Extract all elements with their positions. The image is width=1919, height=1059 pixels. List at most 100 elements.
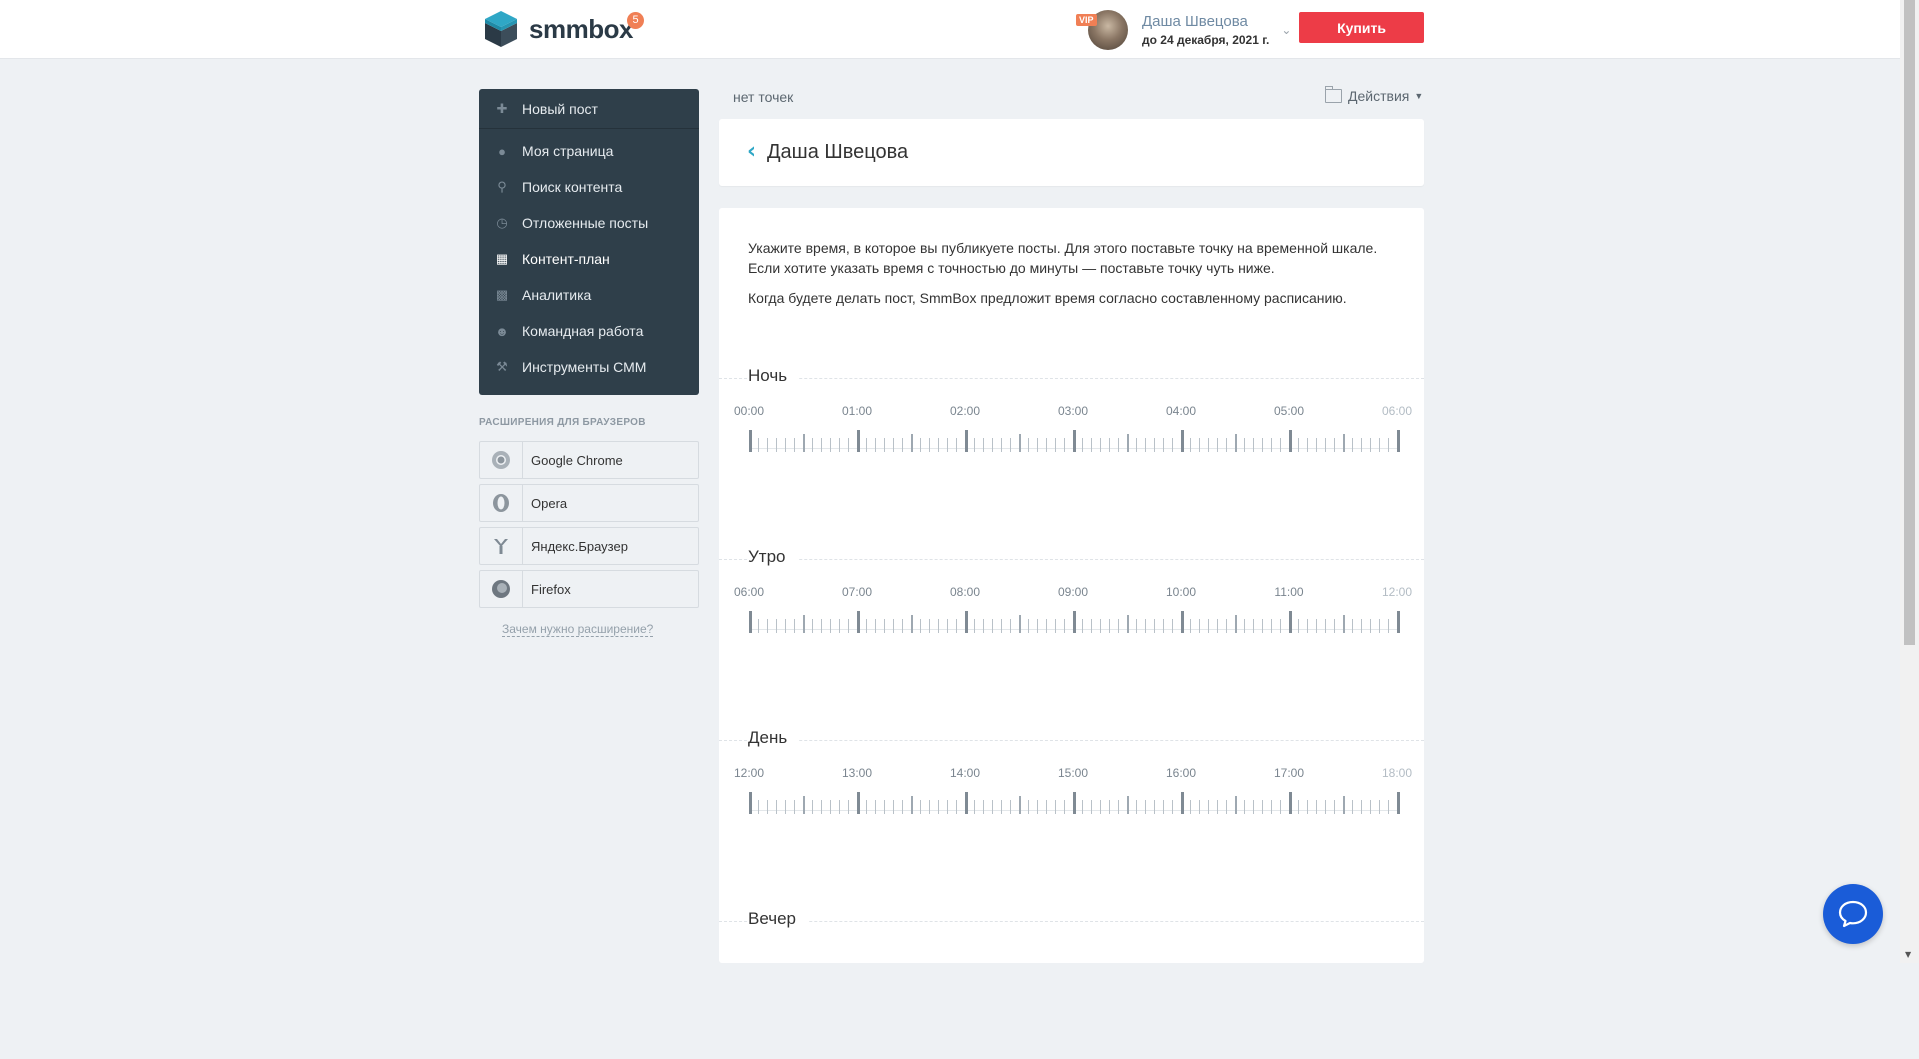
logo-icon [485, 11, 517, 47]
minute-tick [1118, 438, 1119, 452]
hour-label: 06:00 [733, 585, 765, 599]
extension-chrome-button[interactable]: Google Chrome [479, 441, 699, 479]
sidebar-item-content-plan[interactable]: ▦ Контент-план [479, 241, 699, 277]
minute-tick [1163, 438, 1164, 452]
minute-tick [1010, 438, 1011, 452]
buy-button[interactable]: Купить [1299, 12, 1424, 43]
yandex-browser-icon [480, 528, 523, 564]
minute-tick [1010, 619, 1011, 633]
timeline[interactable]: 00:00 01:00 02:00 03:00 04:00 05:00 06:00 [719, 404, 1424, 464]
minute-tick [992, 800, 993, 814]
minute-tick [758, 438, 759, 452]
minute-tick [1091, 800, 1092, 814]
timeline[interactable]: 06:00 07:00 08:00 09:00 10:00 11:00 12:00 [719, 585, 1424, 645]
minute-tick [1154, 800, 1155, 814]
user-menu[interactable]: VIP Даша Швецова до 24 декабря, 2021 г. … [1076, 8, 1291, 52]
minute-tick [1325, 619, 1326, 633]
minute-tick [1118, 800, 1119, 814]
sidebar-item-label: Моя страница [522, 143, 614, 159]
sidebar-item-label: Новый пост [522, 100, 598, 117]
minute-tick [794, 800, 795, 814]
minute-tick [767, 438, 768, 452]
firefox-icon [480, 571, 523, 607]
scrollbar-thumb[interactable] [1904, 0, 1915, 645]
chat-button[interactable] [1823, 884, 1883, 944]
sidebar-item-smm-tools[interactable]: ⚒ Инструменты СММ [479, 349, 699, 385]
points-status: нет точек [733, 89, 794, 105]
minute-tick [947, 800, 948, 814]
back-chevron-icon[interactable]: ‹ [747, 141, 756, 163]
minute-tick [1028, 800, 1029, 814]
minute-tick [1343, 796, 1345, 814]
minute-tick [830, 619, 831, 633]
minute-tick [1271, 438, 1272, 452]
minute-tick [1091, 619, 1092, 633]
minute-tick [1001, 438, 1002, 452]
actions-dropdown[interactable]: Действия ▼ [1325, 86, 1423, 104]
minute-tick [1127, 434, 1129, 452]
minute-tick [1082, 438, 1083, 452]
schedule-card: Укажите время, в которое вы публикуете п… [719, 208, 1424, 963]
hour-label: 01:00 [841, 404, 873, 418]
minute-tick [1352, 800, 1353, 814]
minute-tick [920, 619, 921, 633]
minute-tick [911, 434, 913, 452]
hour-label: 05:00 [1273, 404, 1305, 418]
minute-tick [992, 438, 993, 452]
hour-label: 09:00 [1057, 585, 1089, 599]
section-divider [719, 378, 1424, 379]
sidebar-item-scheduled-posts[interactable]: ◷ Отложенные посты [479, 205, 699, 241]
sidebar-item-teamwork[interactable]: ☻ Командная работа [479, 313, 699, 349]
minute-tick [866, 438, 867, 452]
hour-label: 18:00 [1381, 766, 1413, 780]
folder-icon [1325, 86, 1342, 103]
sidebar-item-new-post[interactable]: ✚ Новый пост [479, 89, 699, 129]
minute-tick [947, 438, 948, 452]
minute-tick [1118, 619, 1119, 633]
sidebar-item-my-page[interactable]: ● Моя страница [479, 133, 699, 169]
extension-opera-button[interactable]: Opera [479, 484, 699, 522]
minute-tick [1361, 800, 1362, 814]
minute-tick [893, 438, 894, 452]
scroll-down-arrow-icon[interactable]: ▼ [1905, 950, 1911, 959]
minute-tick [974, 438, 975, 452]
hour-label: 10:00 [1165, 585, 1197, 599]
user-icon: ● [498, 143, 506, 159]
minute-tick [911, 615, 913, 633]
hour-tick [1181, 611, 1184, 633]
hour-tick [1397, 611, 1400, 633]
why-extension-link[interactable]: Зачем нужно расширение? [502, 622, 654, 637]
section-divider [719, 921, 1424, 922]
chevron-down-icon[interactable]: ⌄ [1281, 23, 1291, 37]
hour-tick [1181, 792, 1184, 814]
timeline[interactable]: 12:00 13:00 14:00 15:00 16:00 17:00 18:00 [719, 766, 1424, 826]
minute-tick [848, 619, 849, 633]
minute-tick [1388, 800, 1389, 814]
minute-tick [1199, 438, 1200, 452]
section-divider [719, 740, 1424, 741]
minute-tick [974, 800, 975, 814]
minute-tick [884, 438, 885, 452]
page-scrollbar[interactable]: ▼ [1900, 0, 1919, 963]
hour-label: 11:00 [1274, 585, 1304, 599]
hour-label: 04:00 [1165, 404, 1197, 418]
minute-tick [758, 619, 759, 633]
intro-paragraph: Укажите время, в которое вы публикуете п… [748, 240, 1378, 276]
section-evening: Вечер [719, 909, 1424, 1059]
hour-label: 08:00 [949, 585, 981, 599]
minute-tick [1037, 619, 1038, 633]
minute-tick [1361, 619, 1362, 633]
logo[interactable]: smmbox 5 [483, 6, 644, 52]
minute-tick [1235, 796, 1237, 814]
minute-tick [947, 619, 948, 633]
minute-tick [1145, 619, 1146, 633]
sidebar-item-content-search[interactable]: ⚲ Поиск контента [479, 169, 699, 205]
notification-badge[interactable]: 5 [627, 12, 644, 29]
minute-tick [1361, 438, 1362, 452]
sidebar-item-analytics[interactable]: ▩ Аналитика [479, 277, 699, 313]
hour-tick [1397, 430, 1400, 452]
minute-tick [1226, 438, 1227, 452]
extension-yandex-button[interactable]: Яндекс.Браузер [479, 527, 699, 565]
hour-label: 03:00 [1057, 404, 1089, 418]
extension-firefox-button[interactable]: Firefox [479, 570, 699, 608]
